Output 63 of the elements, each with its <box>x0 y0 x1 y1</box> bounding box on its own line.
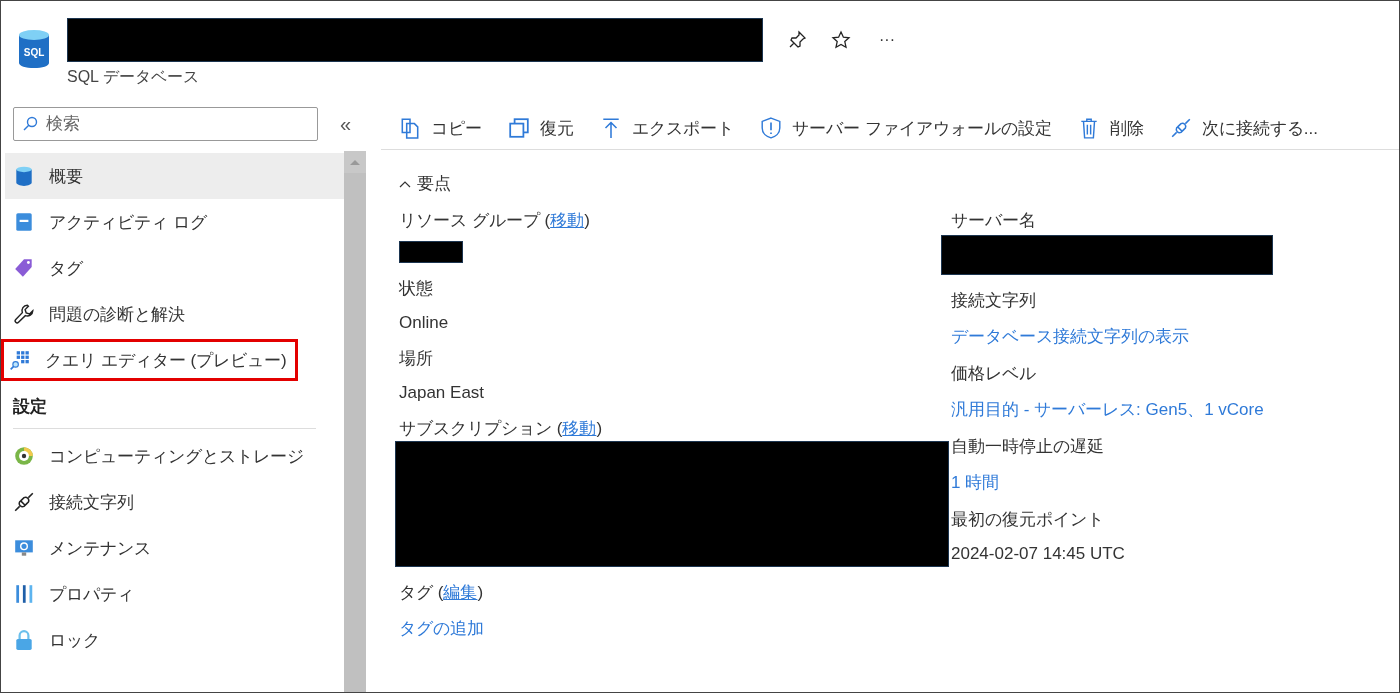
sidebar-item[interactable]: クエリ エディター (プレビュー) <box>5 342 291 378</box>
field-link[interactable]: 汎用目的 - サーバーレス: Gen5、1 vCore <box>951 398 1264 421</box>
tag-icon <box>13 257 35 279</box>
gauge-icon <box>13 445 35 467</box>
lock-icon <box>13 629 35 651</box>
sidebar-item[interactable]: メンテナンス <box>5 525 344 571</box>
toolbar-button[interactable]: 削除 <box>1077 116 1144 140</box>
field-link[interactable]: 移動 <box>550 211 585 230</box>
toolbar-button[interactable]: 復元 <box>508 116 574 140</box>
sidebar-item[interactable]: プロパティ <box>5 571 344 617</box>
sidebar-item[interactable]: 問題の診断と解決 <box>5 291 344 337</box>
essentials-toggle[interactable]: 要点 <box>399 172 451 195</box>
upload-icon <box>600 117 622 139</box>
field-label: 接続文字列 <box>951 290 1036 312</box>
search-field[interactable]: 検索 <box>13 107 318 141</box>
field-value: Online <box>399 313 449 333</box>
copy-icon <box>399 117 421 139</box>
field-value: 2024-02-07 14:45 UTC <box>951 544 1125 564</box>
sidebar-item[interactable]: アクティビティ ログ <box>5 199 344 245</box>
stacked-squares-icon <box>508 117 530 139</box>
database-icon <box>13 165 35 187</box>
sidebar-item[interactable]: 接続文字列 <box>5 479 344 525</box>
field-link[interactable]: 1 時間 <box>951 471 1000 494</box>
field-label: 価格レベル <box>951 363 1036 385</box>
star-icon[interactable] <box>831 30 851 50</box>
toolbar-button[interactable]: サーバー ファイアウォールの設定 <box>760 116 1052 140</box>
sidebar-item[interactable]: 概要 <box>5 153 344 199</box>
plug-icon <box>13 491 35 513</box>
grid-search-icon <box>9 349 31 371</box>
toolbar-button[interactable]: 次に接続する... <box>1169 116 1318 140</box>
field-label: 状態 <box>399 278 433 300</box>
sliders-icon <box>13 583 35 605</box>
search-icon <box>22 116 38 132</box>
sidebar-item[interactable]: ロック <box>5 617 344 663</box>
sidebar-item[interactable]: タグ <box>5 245 344 291</box>
more-button[interactable]: ··· <box>875 31 899 49</box>
collapse-button[interactable]: « <box>336 112 356 136</box>
field-label: サーバー名 <box>951 210 1036 232</box>
book-icon <box>13 211 35 233</box>
field-label: 最初の復元ポイント <box>951 509 1104 531</box>
chevron-icon <box>399 179 411 188</box>
toolbar-button[interactable]: エクスポート <box>600 116 734 140</box>
scroll-up-icon[interactable] <box>350 159 360 165</box>
monitor-icon <box>13 537 35 559</box>
toolbar-button[interactable]: コピー <box>399 116 482 140</box>
field-label: サブスクリプション (移動) <box>399 418 603 440</box>
section-heading: 設定 <box>12 396 48 418</box>
field-label: 自動一時停止の遅延 <box>951 436 1104 458</box>
field-link[interactable]: 移動 <box>562 419 597 438</box>
field-link[interactable]: タグの追加 <box>399 617 484 640</box>
field-label: リソース グループ (移動) <box>399 210 590 232</box>
sidebar-item[interactable]: コンピューティングとストレージ <box>5 433 344 479</box>
field-link[interactable]: データベース接続文字列の表示 <box>951 325 1189 348</box>
field-label: 場所 <box>399 348 433 370</box>
redaction-block <box>399 241 463 263</box>
resource-type: SQL データベース <box>67 67 200 87</box>
plug-icon <box>1169 117 1192 139</box>
field-link[interactable]: 編集 <box>443 583 478 602</box>
pin-icon[interactable] <box>787 30 807 50</box>
shield-icon <box>760 117 782 139</box>
field-label: タグ (編集) <box>399 582 484 604</box>
field-value: Japan East <box>399 383 485 403</box>
wrench-icon <box>13 303 35 325</box>
